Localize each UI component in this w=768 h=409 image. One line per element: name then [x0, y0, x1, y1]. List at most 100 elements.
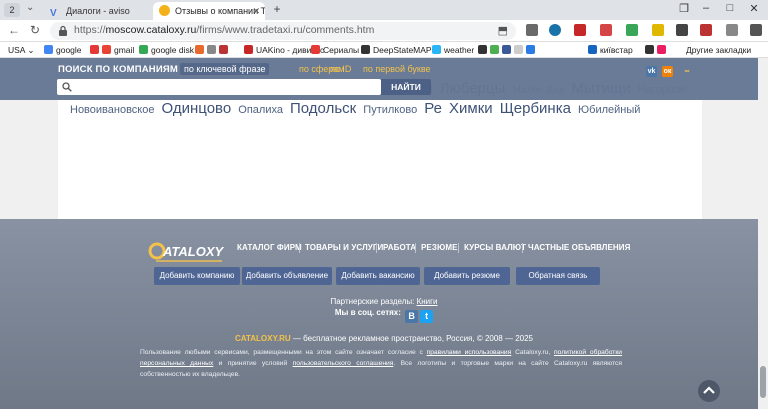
search-button[interactable]: НАЙТИ [381, 79, 431, 95]
footer-nav-catalog[interactable]: КАТАЛОГ ФИРМ [237, 243, 302, 252]
footer-nav-resume[interactable]: РЕЗЮМЕ [421, 243, 458, 252]
browser-tab-bar: 2 ⌄ V Диалоги - aviso Отзывы о компании Т… [0, 0, 768, 20]
close-icon[interactable]: ✕ [252, 2, 260, 20]
new-tab-icon[interactable]: + [270, 3, 284, 17]
menu-icon[interactable] [750, 24, 762, 36]
scrollbar-thumb[interactable] [760, 366, 766, 398]
bookmark-z[interactable] [645, 43, 669, 57]
search-input[interactable] [57, 79, 381, 95]
social-label: Мы в соц. сетях: [334, 308, 401, 317]
maximize-icon[interactable]: □ [722, 2, 738, 14]
city-link[interactable]: Щербинка [500, 100, 571, 117]
address-bar: ← ↻ https://moscow.cataloxy.ru/firms/www… [0, 20, 768, 42]
url-text: https://moscow.cataloxy.ru/firms/www.tra… [74, 24, 375, 36]
tab-cataloxy[interactable]: Отзывы о компании Тр ✕ [153, 2, 265, 20]
other-bookmarks[interactable]: Другие закладки [686, 43, 751, 57]
search-tab-id[interactable]: по ID [326, 63, 355, 75]
extension-icon[interactable] [549, 24, 561, 36]
user-agreement-link[interactable]: пользовательского соглашения [293, 360, 394, 367]
bookmark-misc[interactable] [195, 43, 231, 57]
add-vacancy-button[interactable]: Добавить вакансию [336, 267, 420, 285]
bookmark-google[interactable]: google [44, 43, 82, 57]
aviso-favicon-icon: V [50, 8, 57, 19]
footer-nav-goods[interactable]: ТОВАРЫ И УСЛУГИ [305, 243, 383, 252]
extension-icon[interactable] [574, 24, 586, 36]
city-link[interactable]: Подольск [290, 100, 356, 117]
city-link[interactable]: Ре [424, 100, 442, 117]
feedback-button[interactable]: Обратная связь [516, 267, 600, 285]
city-link[interactable]: Химки [449, 100, 493, 117]
extension-icon[interactable] [700, 24, 712, 36]
copyright-brand: ATALOXY.RU [240, 334, 291, 343]
odnoklassniki-icon[interactable]: ок [662, 66, 673, 77]
vk-icon[interactable]: vk [646, 66, 657, 77]
bookmark-manager-icon[interactable]: ❐ [676, 2, 692, 15]
footer-nav-rates[interactable]: КУРСЫ ВАЛЮТ [464, 243, 526, 252]
chevron-up-icon [703, 386, 715, 394]
extension-icon[interactable] [652, 24, 664, 36]
copyright: CATALOXY.RU — бесплатное рекламное прост… [0, 334, 768, 343]
terms-link[interactable]: правилами использования [427, 349, 512, 356]
bookmark-gmail[interactable]: gmail [90, 43, 134, 57]
copyright-text: — бесплатное рекламное пространство, Рос… [290, 334, 533, 343]
add-company-button[interactable]: Добавить компанию [154, 267, 240, 285]
bookmark-deepstatemap[interactable]: DeepStateMAP [361, 43, 432, 57]
tab-aviso[interactable]: V Диалоги - aviso [44, 2, 152, 20]
add-ad-button[interactable]: Добавить объявление [242, 267, 332, 285]
profile-icon[interactable] [726, 24, 738, 36]
city-link[interactable]: Путилково [363, 104, 417, 116]
svg-text:ATALOXY: ATALOXY [162, 244, 225, 259]
company-search-bar: ПОИСК ПО КОМПАНИЯМ по ключевой фразе по … [0, 58, 768, 100]
reload-icon[interactable]: ↻ [30, 23, 40, 37]
extension-icon[interactable] [600, 24, 612, 36]
nav-separator [376, 243, 377, 253]
city-link[interactable]: Опалиха [238, 104, 283, 116]
city-link[interactable]: Новоивановское [70, 104, 154, 116]
bookmark-google-disk[interactable]: google disk [139, 43, 194, 57]
reader-icon[interactable] [526, 24, 538, 36]
close-window-icon[interactable]: ✕ [746, 2, 762, 15]
bookmarks-bar: USA ⌄ google gmail google disk UAKino - … [0, 42, 768, 58]
search-icon [62, 82, 72, 92]
tab-count-badge[interactable]: 2 [4, 3, 20, 17]
footer-nav-ads[interactable]: ЧАСТНЫЕ ОБЪЯВЛЕНИЯ [528, 243, 631, 252]
twitter-icon[interactable]: t [420, 310, 434, 323]
social-row: Мы в соц. сетях: Bt [0, 308, 768, 323]
extension-icon[interactable] [676, 24, 688, 36]
nav-separator [458, 243, 459, 253]
partner-sections: Партнерские разделы: Книги [0, 297, 768, 306]
bookmark-weather[interactable]: weather [432, 43, 474, 57]
add-resume-button[interactable]: Добавить резюме [424, 267, 510, 285]
nav-separator [415, 243, 416, 253]
url-field[interactable]: https://moscow.cataloxy.ru/firms/www.tra… [50, 22, 516, 40]
lock-icon [59, 25, 67, 36]
cataloxy-social-icon[interactable]: ∞ [678, 66, 696, 77]
vk-icon[interactable]: B [405, 310, 419, 323]
city-link[interactable]: Юбилейный [578, 104, 640, 116]
minimize-icon[interactable]: – [698, 2, 714, 14]
footer-nav-work[interactable]: РАБОТА [383, 243, 416, 252]
nav-separator [299, 243, 300, 253]
scrollbar-track[interactable] [758, 58, 768, 409]
bookmark-icons[interactable] [478, 43, 538, 57]
scroll-to-top-button[interactable] [698, 380, 720, 402]
search-tab-letter[interactable]: по первой букве [359, 63, 435, 75]
bookmark-serials[interactable]: Сериалы [311, 43, 359, 57]
search-title: ПОИСК ПО КОМПАНИЯМ [58, 64, 179, 75]
bookmark-usa[interactable]: USA ⌄ [8, 43, 35, 57]
search-tab-keyword[interactable]: по ключевой фразе [180, 63, 270, 75]
nav-separator [522, 243, 523, 253]
back-icon[interactable]: ← [8, 23, 20, 37]
cataloxy-logo[interactable]: ATALOXY [148, 240, 230, 266]
site-footer: ATALOXY КАТАЛОГ ФИРМ ТОВАРЫ И УСЛУГИ РАБ… [0, 219, 768, 409]
legal-notice: Пользование любыми сервисами, размещенны… [140, 349, 623, 378]
cataloxy-favicon-icon [159, 5, 170, 16]
bookmark-icon[interactable]: ⬒ [498, 24, 508, 37]
bookmark-kyivstar[interactable]: київстар [588, 43, 633, 57]
city-link[interactable]: Одинцово [162, 100, 232, 117]
partner-link-books[interactable]: Книги [417, 297, 438, 306]
page-viewport: Константиново Королев Котельники Красног… [0, 58, 768, 409]
partner-label: Партнерские разделы: [330, 297, 415, 306]
chevron-down-icon[interactable]: ⌄ [26, 2, 34, 13]
download-icon[interactable] [626, 24, 638, 36]
